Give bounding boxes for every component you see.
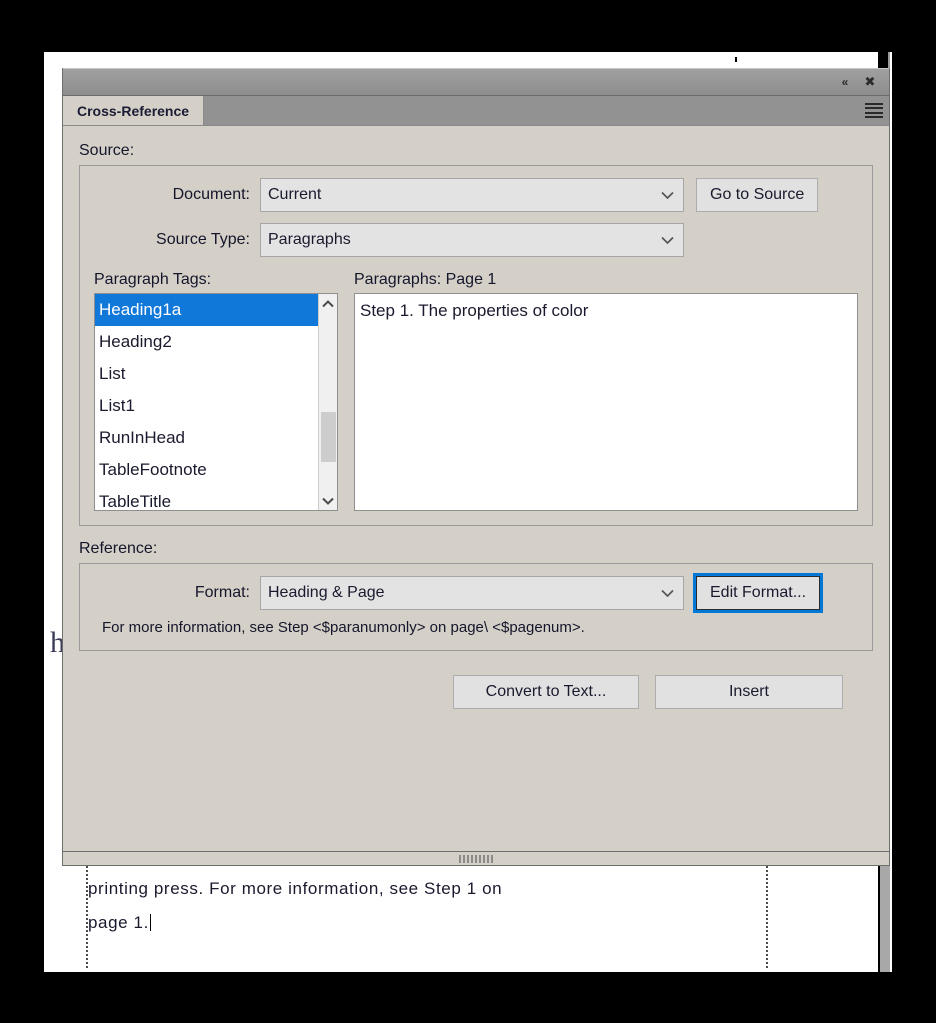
document-label: Document: <box>172 186 250 203</box>
paragraph-tags-listbox[interactable]: Heading1a Heading2 List List1 RunInHead Table… <box>94 293 338 511</box>
list-item[interactable]: Step 1. The properties of color <box>355 295 857 327</box>
format-select-value: Heading & Page <box>268 584 385 601</box>
grip-dots <box>459 854 493 863</box>
scroll-up-icon[interactable] <box>319 294 337 313</box>
insert-label: Insert <box>728 683 769 700</box>
screen: h printing press. For more information, … <box>0 0 936 1023</box>
tab-cross-reference[interactable]: Cross-Reference <box>63 96 205 125</box>
list-item[interactable]: TableTitle <box>95 486 319 510</box>
document-caret-dot <box>735 57 737 62</box>
panel-resize-grip[interactable] <box>63 851 889 865</box>
reference-groupbox: Format: Heading & Page Edit Format... Fo… <box>79 563 873 651</box>
convert-to-text-button[interactable]: Convert to Text... <box>453 675 639 709</box>
document-select[interactable]: Current <box>260 178 684 212</box>
collapse-panel-icon[interactable]: « <box>831 71 857 93</box>
source-type-select[interactable]: Paragraphs <box>260 223 684 257</box>
reference-section-label: Reference: <box>79 540 158 557</box>
edit-format-button[interactable]: Edit Format... <box>692 573 824 613</box>
reference-section: Reference: Format: Heading & Page Edit F… <box>79 540 873 651</box>
paragraph-tags-caption: Paragraph Tags: <box>94 271 212 288</box>
list-item[interactable]: Heading2 <box>95 326 319 358</box>
panel-body: Source: Document: Current Go to Source S… <box>63 126 889 852</box>
document-text-line-2: page 1. <box>88 906 708 940</box>
format-select[interactable]: Heading & Page <box>260 576 684 610</box>
insert-button[interactable]: Insert <box>655 675 843 709</box>
tab-cross-reference-label: Cross-Reference <box>77 102 190 119</box>
document-select-value: Current <box>268 186 322 203</box>
source-type-row: Source Type: Paragraphs <box>94 223 858 257</box>
paragraphs-listbox[interactable]: Step 1. The properties of color <box>354 293 858 511</box>
source-type-select-value: Paragraphs <box>268 231 351 248</box>
list-item[interactable]: RunInHead <box>95 422 319 454</box>
chevron-down-icon <box>661 589 674 597</box>
scrollbar-thumb[interactable] <box>321 412 336 462</box>
list-item[interactable]: List <box>95 358 319 390</box>
format-hint-text: For more information, see Step <$paranum… <box>102 619 585 636</box>
source-type-label: Source Type: <box>156 231 250 248</box>
cross-reference-panel: « ✖ Cross-Reference Source: Document: Cu… <box>62 68 890 866</box>
paragraphs-items: Step 1. The properties of color <box>355 294 857 327</box>
document-body-text[interactable]: printing press. For more information, se… <box>88 872 708 940</box>
paragraph-tags-scrollbar[interactable] <box>318 294 337 510</box>
format-row: Format: Heading & Page Edit Format... <box>94 573 858 613</box>
scroll-down-icon[interactable] <box>319 491 337 510</box>
paragraphs-caption: Paragraphs: Page 1 <box>354 271 497 288</box>
paragraph-tags-items: Heading1a Heading2 List List1 RunInHead Table… <box>95 294 319 510</box>
list-item[interactable]: Heading1a <box>95 294 319 326</box>
format-label: Format: <box>194 584 250 601</box>
go-to-source-button[interactable]: Go to Source <box>696 178 819 212</box>
text-frame-guide-right <box>766 858 768 968</box>
document-text-line-2-text: page 1. <box>88 913 149 932</box>
list-item[interactable]: List1 <box>95 390 319 422</box>
paragraphs-column: Paragraphs: Page 1 Step 1. The propertie… <box>354 271 858 511</box>
close-icon[interactable]: ✖ <box>857 71 883 93</box>
chevron-down-icon <box>661 191 674 199</box>
chevron-down-icon <box>661 236 674 244</box>
lists-area: Paragraph Tags: Heading1a Heading2 List Lis… <box>94 271 858 511</box>
paragraph-tags-column: Paragraph Tags: Heading1a Heading2 List Lis… <box>94 271 338 511</box>
action-buttons: Convert to Text... Insert <box>79 675 873 709</box>
panel-titlebar[interactable]: « ✖ <box>63 68 889 96</box>
document-row: Document: Current Go to Source <box>94 178 858 212</box>
go-to-source-label: Go to Source <box>710 186 805 203</box>
source-groupbox: Document: Current Go to Source Source Ty… <box>79 165 873 526</box>
panel-tabstrip: Cross-Reference <box>63 96 889 126</box>
convert-to-text-label: Convert to Text... <box>485 683 607 700</box>
source-section-label: Source: <box>79 142 135 159</box>
edit-format-label: Edit Format... <box>710 584 807 601</box>
text-insertion-caret <box>149 914 151 931</box>
hamburger-menu-icon[interactable] <box>865 103 883 118</box>
list-item[interactable]: TableFootnote <box>95 454 319 486</box>
document-text-line-1: printing press. For more information, se… <box>88 879 503 898</box>
